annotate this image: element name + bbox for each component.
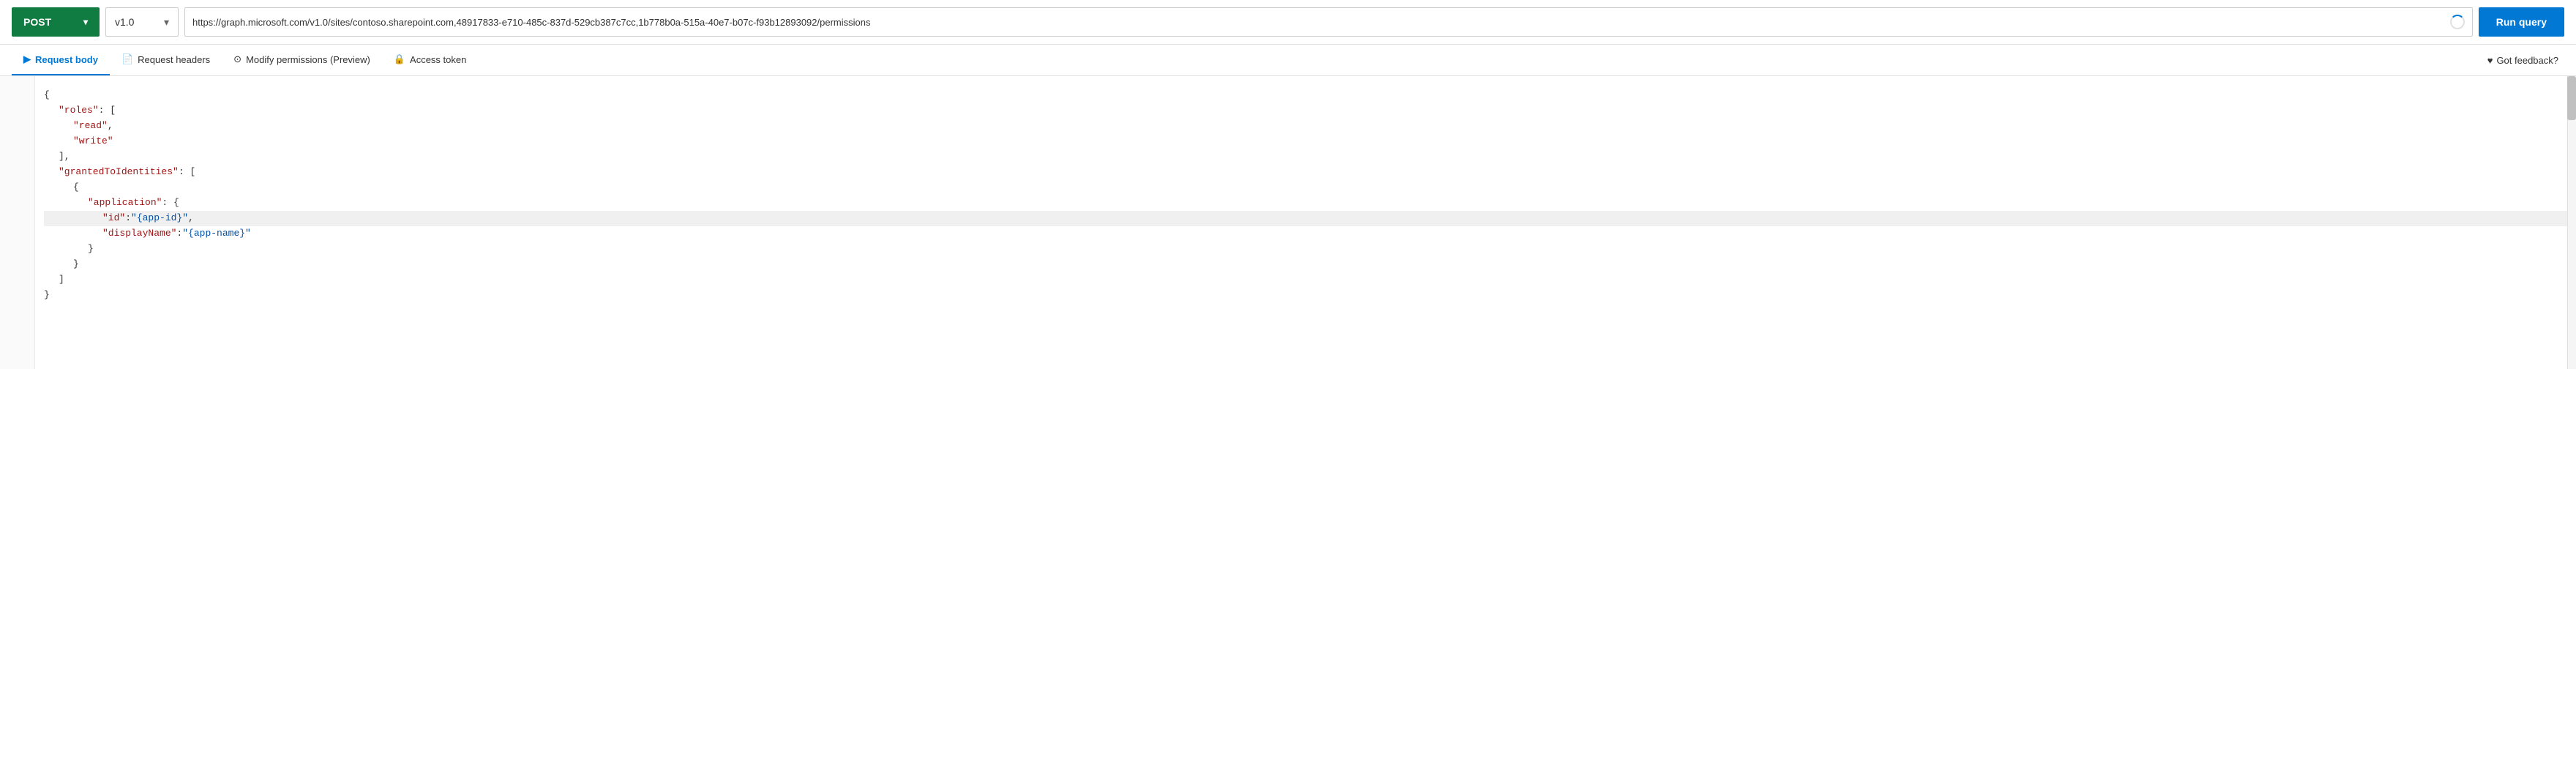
code-line-12: } bbox=[44, 257, 2576, 272]
code-line-11: } bbox=[44, 242, 2576, 257]
tab-request-headers[interactable]: 📄 Request headers bbox=[110, 45, 222, 75]
method-label: POST bbox=[23, 16, 51, 28]
code-line-10: "displayName": "{app-name}" bbox=[44, 226, 2576, 242]
code-line-5: ], bbox=[44, 149, 2576, 165]
tab-access-token-label: Access token bbox=[410, 54, 466, 65]
request-headers-icon: 📄 bbox=[121, 53, 133, 65]
url-input[interactable] bbox=[192, 17, 2446, 28]
tab-modify-permissions[interactable]: ⊙ Modify permissions (Preview) bbox=[222, 45, 382, 75]
access-token-icon: 🔒 bbox=[394, 53, 405, 65]
code-line-9: "id": "{app-id}", bbox=[44, 211, 2576, 226]
tabs-bar: ▶ Request body 📄 Request headers ⊙ Modif… bbox=[0, 45, 2576, 76]
url-container bbox=[184, 7, 2473, 37]
code-line-6: "grantedToIdentities": [ bbox=[44, 165, 2576, 180]
code-line-14: } bbox=[44, 288, 2576, 303]
tab-request-headers-label: Request headers bbox=[138, 54, 210, 65]
code-line-2: "roles": [ bbox=[44, 103, 2576, 119]
version-chevron: ▾ bbox=[164, 16, 169, 29]
scrollbar-thumb[interactable] bbox=[2567, 76, 2576, 120]
toolbar: POST ▾ v1.0 ▾ Run query bbox=[0, 0, 2576, 45]
loading-spinner bbox=[2450, 15, 2465, 29]
method-dropdown[interactable]: POST ▾ bbox=[12, 7, 100, 37]
tab-access-token[interactable]: 🔒 Access token bbox=[382, 45, 479, 75]
version-label: v1.0 bbox=[115, 16, 134, 28]
heart-icon: ♥ bbox=[2487, 55, 2493, 66]
editor-area[interactable]: { "roles": [ "read", "write" ], "granted… bbox=[0, 76, 2576, 369]
feedback-link[interactable]: ♥ Got feedback? bbox=[2482, 46, 2564, 75]
editor-content[interactable]: { "roles": [ "read", "write" ], "granted… bbox=[0, 88, 2576, 303]
method-chevron: ▾ bbox=[83, 17, 88, 27]
tab-request-body[interactable]: ▶ Request body bbox=[12, 45, 110, 75]
tab-request-body-label: Request body bbox=[35, 54, 98, 65]
request-body-icon: ▶ bbox=[23, 53, 31, 65]
code-line-13: ] bbox=[44, 272, 2576, 288]
tab-modify-permissions-label: Modify permissions (Preview) bbox=[246, 54, 370, 65]
version-dropdown[interactable]: v1.0 ▾ bbox=[105, 7, 179, 37]
feedback-label: Got feedback? bbox=[2496, 55, 2558, 66]
code-line-7: { bbox=[44, 180, 2576, 196]
vertical-scrollbar[interactable] bbox=[2567, 76, 2576, 369]
code-line-4: "write" bbox=[44, 134, 2576, 149]
modify-permissions-icon: ⊙ bbox=[233, 53, 242, 65]
code-line-1: { bbox=[44, 88, 2576, 103]
code-line-3: "read", bbox=[44, 119, 2576, 134]
code-line-8: "application": { bbox=[44, 196, 2576, 211]
run-query-button[interactable]: Run query bbox=[2479, 7, 2564, 37]
